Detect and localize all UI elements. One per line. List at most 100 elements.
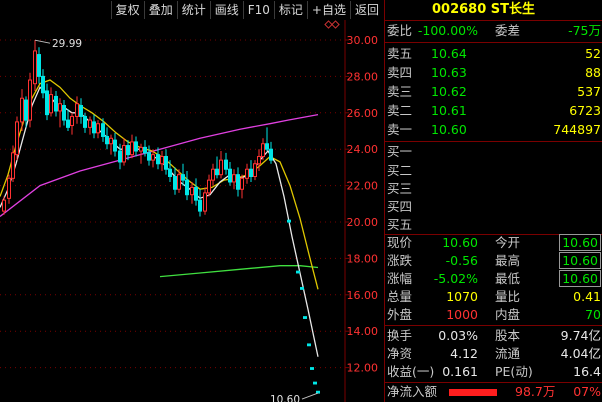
candle-up (109, 137, 113, 145)
moving-average-lines (0, 79, 319, 357)
candle-down (92, 121, 96, 134)
candle-up (122, 145, 126, 163)
candle-up (261, 143, 265, 157)
candle-down (41, 75, 45, 94)
draw-line-button[interactable]: 画线 (209, 1, 243, 19)
candle-down (105, 135, 109, 145)
add-watchlist-button[interactable]: +自选 (306, 1, 350, 19)
candle-up (33, 50, 37, 85)
candle-up (240, 177, 244, 190)
fuquan-button[interactable]: 复权 (110, 1, 144, 19)
ask-row-5[interactable]: 卖五 10.64 52 (385, 45, 602, 63)
price-tick-label: 26.00 (347, 107, 379, 120)
candle-up (130, 141, 134, 156)
high-price-value: 10.60 (559, 252, 601, 269)
statistics-button[interactable]: 统计 (176, 1, 210, 19)
price-tick-label: 22.00 (347, 180, 379, 193)
bid-row-1[interactable]: 买一 (385, 143, 602, 161)
overlay-button[interactable]: 叠加 (143, 1, 177, 19)
candle-up (15, 121, 19, 156)
candle-up (203, 192, 207, 212)
candle-up (2, 199, 6, 212)
fund-row-eps: 收益(一) 0.161 PE(动) 16.4 (385, 363, 602, 381)
price-tick-label: 16.00 (347, 289, 379, 302)
candle-up (96, 123, 100, 134)
float-shares-value: 4.04亿 (560, 346, 601, 361)
bid-label: 买四 (387, 199, 413, 214)
ask-row-3[interactable]: 卖三 10.62 537 (385, 83, 602, 101)
ask-row-1[interactable]: 卖一 10.60 744897 (385, 121, 602, 139)
candle-down (316, 390, 320, 394)
netflow-bar (449, 389, 497, 396)
weibi-label: 委比 (387, 23, 413, 38)
candle-up (139, 146, 143, 152)
fund-label: 股本 (495, 328, 521, 343)
ask-row-2[interactable]: 卖二 10.61 6723 (385, 102, 602, 120)
fund-label: 净资 (387, 346, 413, 361)
fund-label: PE(动) (495, 364, 533, 379)
candle-up (11, 152, 15, 179)
netflow-pct: 07% (573, 384, 601, 399)
turnover-value: 0.03% (438, 328, 478, 343)
candle-up (253, 163, 257, 177)
f10-button[interactable]: F10 (242, 1, 274, 19)
candle-up (190, 186, 194, 196)
candle-up (75, 103, 79, 117)
candle-down (168, 168, 172, 178)
candle-down (194, 186, 198, 201)
candle-down (296, 270, 300, 274)
diamond-icon (331, 20, 340, 29)
candle-down (287, 219, 291, 223)
price-tick-label: 18.00 (347, 252, 379, 265)
quote-label: 外盘 (387, 307, 413, 322)
candle-down (79, 105, 83, 117)
mark-button[interactable]: 标记 (273, 1, 307, 19)
quote-label: 现价 (387, 235, 413, 250)
quote-label: 最低 (495, 271, 521, 286)
bid-row-5[interactable]: 买五 (385, 216, 602, 234)
price-axis: 30.00 28.00 26.00 24.00 22.00 20.00 18.00 16.00… (347, 34, 379, 375)
candle-up (58, 103, 62, 112)
candle-down (126, 145, 130, 156)
ask-label: 卖三 (387, 84, 413, 99)
candle-down (249, 168, 253, 178)
ask-row-4[interactable]: 卖四 10.63 88 (385, 64, 602, 82)
quote-panel: 002680 ST长生 委比 -100.00% 委差 -75万 卖五 10.64… (384, 0, 602, 402)
candle-down (113, 139, 117, 152)
bid-row-3[interactable]: 买三 (385, 180, 602, 198)
quote-row-price: 现价 10.60 今开 10.60 (385, 234, 602, 252)
back-button[interactable]: 返回 (349, 1, 383, 19)
ask-price: 10.61 (431, 103, 467, 118)
candle-down (181, 174, 185, 181)
ask-label: 卖四 (387, 65, 413, 80)
candle-down (66, 119, 70, 128)
eps-value: 0.161 (442, 364, 478, 379)
ask-volume: 537 (577, 84, 601, 99)
share-capital-value: 9.74亿 (560, 328, 601, 343)
chart-toolbar: 复权 叠加 统计 画线 F10 标记 +自选 返回 (0, 0, 383, 20)
ma-green-line (159, 265, 319, 278)
price-tick-label: 12.00 (347, 362, 379, 375)
ask-volume: 744897 (553, 122, 601, 137)
high-marker-line (34, 39, 51, 44)
total-volume-value: 1070 (446, 289, 478, 304)
ask-volume: 52 (585, 46, 601, 61)
ask-volume: 88 (585, 65, 601, 80)
candle-up (7, 177, 11, 199)
change-value: -0.56 (445, 253, 478, 268)
ask-label: 卖五 (387, 46, 413, 61)
candle-up (28, 79, 32, 121)
bid-row-4[interactable]: 买四 (385, 198, 602, 216)
candle-down (164, 155, 168, 170)
bid-row-2[interactable]: 买二 (385, 162, 602, 180)
ask-price: 10.60 (431, 122, 467, 137)
ma-magenta-line (0, 113, 319, 218)
candle-up (219, 159, 223, 176)
bid-label: 买三 (387, 181, 413, 196)
ask-label: 卖一 (387, 122, 413, 137)
candle-down (236, 174, 240, 190)
candle-down (224, 159, 228, 170)
candle-down (62, 105, 66, 121)
weibi-value: -100.00% (417, 23, 478, 38)
kline-chart[interactable]: 30.00 28.00 26.00 24.00 22.00 20.00 18.00 16.00… (0, 20, 383, 402)
